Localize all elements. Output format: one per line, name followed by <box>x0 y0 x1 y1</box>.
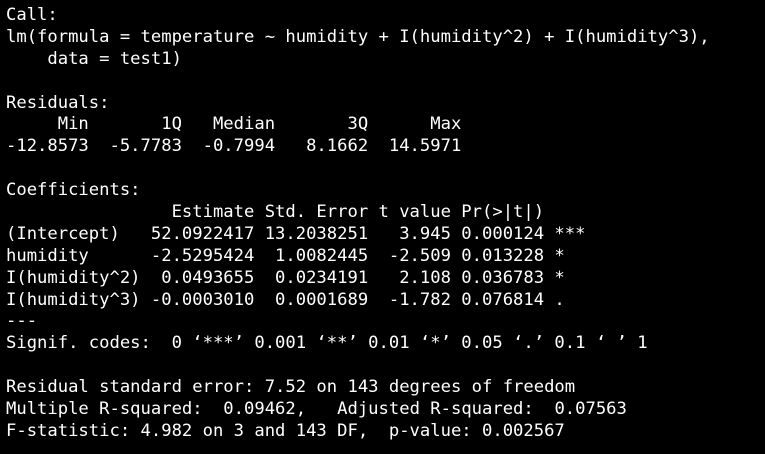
separator-line: --- <box>6 311 38 332</box>
f-statistic-line: F-statistic: 4.982 on 3 and 143 DF, p-va… <box>6 420 565 441</box>
call-heading: Call: <box>6 5 58 25</box>
residuals-heading: Residuals: <box>6 92 110 113</box>
coefficient-row-humidity: humidity -2.5295424 1.0082445 -2.509 0.0… <box>6 245 586 266</box>
signif-codes-line: Signif. codes: 0 ‘***’ 0.001 ‘**’ 0.01 ‘… <box>6 333 648 354</box>
r-console-output[interactable]: Call: lm(formula = temperature ~ humidit… <box>0 0 765 454</box>
residuals-header-row: Min 1Q Median 3Q Max <box>6 114 472 135</box>
coefficients-header-row: Estimate Std. Error t value Pr(>|t|) <box>6 202 586 223</box>
r-squared-line: Multiple R-squared: 0.09462, Adjusted R-… <box>6 399 638 420</box>
call-formula-line: lm(formula = temperature ~ humidity + I(… <box>6 26 710 47</box>
coefficient-row-humidity-cubed: I(humidity^3) -0.0003010 0.0001689 -1.78… <box>6 289 586 310</box>
coefficient-row-humidity-squared: I(humidity^2) 0.0493655 0.0234191 2.108 … <box>6 267 586 288</box>
residuals-values-row: -12.8573 -5.7783 -0.7994 8.1662 14.5971 <box>6 136 472 157</box>
coefficients-heading: Coefficients: <box>6 180 141 201</box>
call-data-line: data = test1) <box>6 48 182 69</box>
residual-standard-error-line: Residual standard error: 7.52 on 143 deg… <box>6 377 576 398</box>
coefficient-row-intercept: (Intercept) 52.0922417 13.2038251 3.945 … <box>6 223 586 244</box>
